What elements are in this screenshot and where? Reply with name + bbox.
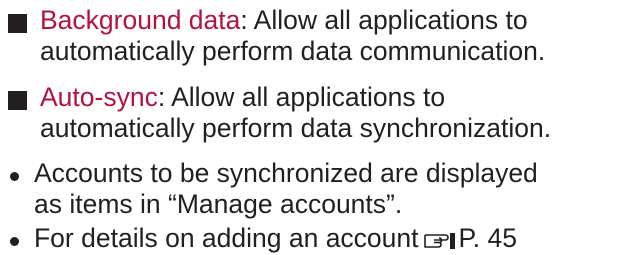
item-text: : Allow all applications to <box>240 5 528 35</box>
item-line: For details on adding an account P. 45 <box>4 223 517 254</box>
pointing-hand-icon <box>423 233 455 249</box>
item-text: For details on adding an account <box>34 223 419 253</box>
list-item-accounts-note: Accounts to be synchronized are displaye… <box>4 158 538 220</box>
item-line: as items in “Manage accounts”. <box>34 189 403 219</box>
list-item-background-data: Background data: Allow all applications … <box>4 5 545 67</box>
list-item-auto-sync: Auto-sync: Allow all applications to aut… <box>4 82 551 144</box>
page-reference: P. 45 <box>458 223 517 253</box>
term-background-data: Background data <box>40 5 241 35</box>
term-auto-sync: Auto-sync <box>40 82 158 112</box>
item-line: Background data: Allow all applications … <box>4 5 545 36</box>
item-line: automatically perform data synchronizati… <box>40 113 552 143</box>
item-line: Accounts to be synchronized are displaye… <box>34 158 538 188</box>
list-item-add-account-ref: For details on adding an account P. 45 <box>4 223 517 254</box>
item-text: : Allow all applications to <box>157 82 446 112</box>
item-line: Auto-sync: Allow all applications to <box>4 82 551 113</box>
item-line: automatically perform data communication… <box>40 36 546 66</box>
document-page: Background data: Allow all applications … <box>0 0 617 255</box>
